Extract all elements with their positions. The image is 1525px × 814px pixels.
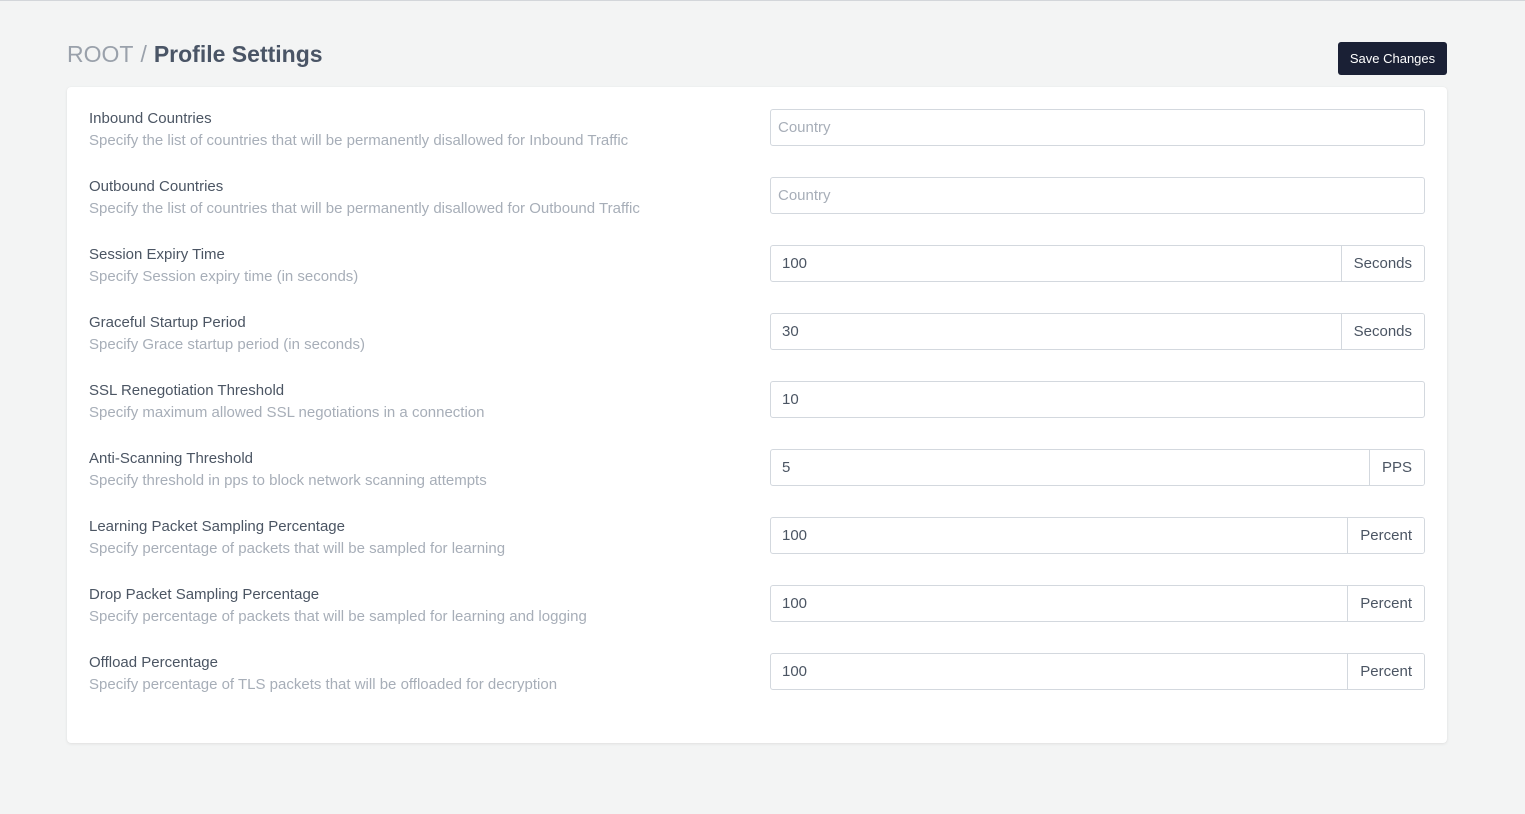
setting-label: Graceful Startup Period (89, 314, 246, 331)
setting-description: Specify Session expiry time (in seconds) (89, 268, 359, 285)
offload-input[interactable] (771, 654, 1348, 689)
breadcrumb-root[interactable]: ROOT (67, 38, 133, 70)
setting-description: Specify percentage of packets that will … (89, 540, 506, 557)
setting-description: Specify threshold in pps to block networ… (89, 472, 487, 489)
setting-row-outbound-countries: Outbound Countries Specify the list of c… (67, 155, 1447, 223)
setting-row-learning-sampling: Learning Packet Sampling Percentage Spec… (67, 495, 1447, 563)
learning-sampling-field: Percent (770, 517, 1425, 554)
setting-label: Drop Packet Sampling Percentage (89, 586, 320, 603)
inbound-countries-input[interactable] (771, 110, 1424, 145)
unit-addon: Percent (1347, 654, 1424, 689)
setting-description: Specify percentage of packets that will … (89, 608, 587, 625)
setting-label: Offload Percentage (89, 654, 218, 671)
setting-row-drop-sampling: Drop Packet Sampling Percentage Specify … (67, 563, 1447, 631)
setting-description: Specify Grace startup period (in seconds… (89, 336, 365, 353)
graceful-startup-field: Seconds (770, 313, 1425, 350)
setting-label: Anti-Scanning Threshold (89, 450, 253, 467)
anti-scanning-field: PPS (770, 449, 1425, 486)
breadcrumb: ROOT / Profile Settings (67, 38, 323, 70)
learning-sampling-input[interactable] (771, 518, 1348, 553)
graceful-startup-input[interactable] (771, 314, 1341, 349)
setting-label: Session Expiry Time (89, 246, 225, 263)
outbound-countries-input[interactable] (771, 178, 1424, 213)
inbound-countries-field (770, 109, 1425, 146)
setting-row-inbound-countries: Inbound Countries Specify the list of co… (67, 87, 1447, 155)
setting-label: SSL Renegotiation Threshold (89, 382, 285, 399)
ssl-renegotiation-field (770, 381, 1425, 418)
setting-label: Inbound Countries (89, 110, 212, 127)
setting-row-offload: Offload Percentage Specify percentage of… (67, 631, 1447, 699)
setting-description: Specify the list of countries that will … (89, 200, 640, 217)
setting-description: Specify the list of countries that will … (89, 132, 629, 149)
setting-row-session-expiry: Session Expiry Time Specify Session expi… (67, 223, 1447, 291)
save-changes-button[interactable]: Save Changes (1338, 42, 1447, 75)
unit-addon: PPS (1368, 450, 1424, 485)
drop-sampling-field: Percent (770, 585, 1425, 622)
anti-scanning-input[interactable] (771, 450, 1369, 485)
unit-addon: Seconds (1340, 246, 1424, 281)
setting-row-anti-scanning: Anti-Scanning Threshold Specify threshol… (67, 427, 1447, 495)
setting-label: Outbound Countries (89, 178, 224, 195)
ssl-renegotiation-input[interactable] (771, 382, 1424, 417)
breadcrumb-separator: / (140, 41, 147, 67)
unit-addon: Percent (1347, 518, 1424, 553)
setting-row-ssl-renegotiation: SSL Renegotiation Threshold Specify maxi… (67, 359, 1447, 427)
top-divider (0, 0, 1525, 1)
setting-row-graceful-startup: Graceful Startup Period Specify Grace st… (67, 291, 1447, 359)
outbound-countries-field (770, 177, 1425, 214)
session-expiry-field: Seconds (770, 245, 1425, 282)
offload-field: Percent (770, 653, 1425, 690)
settings-card: Inbound Countries Specify the list of co… (67, 87, 1447, 743)
setting-description: Specify percentage of TLS packets that w… (89, 676, 558, 693)
setting-label: Learning Packet Sampling Percentage (89, 518, 345, 535)
unit-addon: Seconds (1340, 314, 1424, 349)
unit-addon: Percent (1347, 586, 1424, 621)
drop-sampling-input[interactable] (771, 586, 1348, 621)
session-expiry-input[interactable] (771, 246, 1341, 281)
page-title: Profile Settings (153, 41, 323, 67)
setting-description: Specify maximum allowed SSL negotiations… (89, 404, 485, 421)
